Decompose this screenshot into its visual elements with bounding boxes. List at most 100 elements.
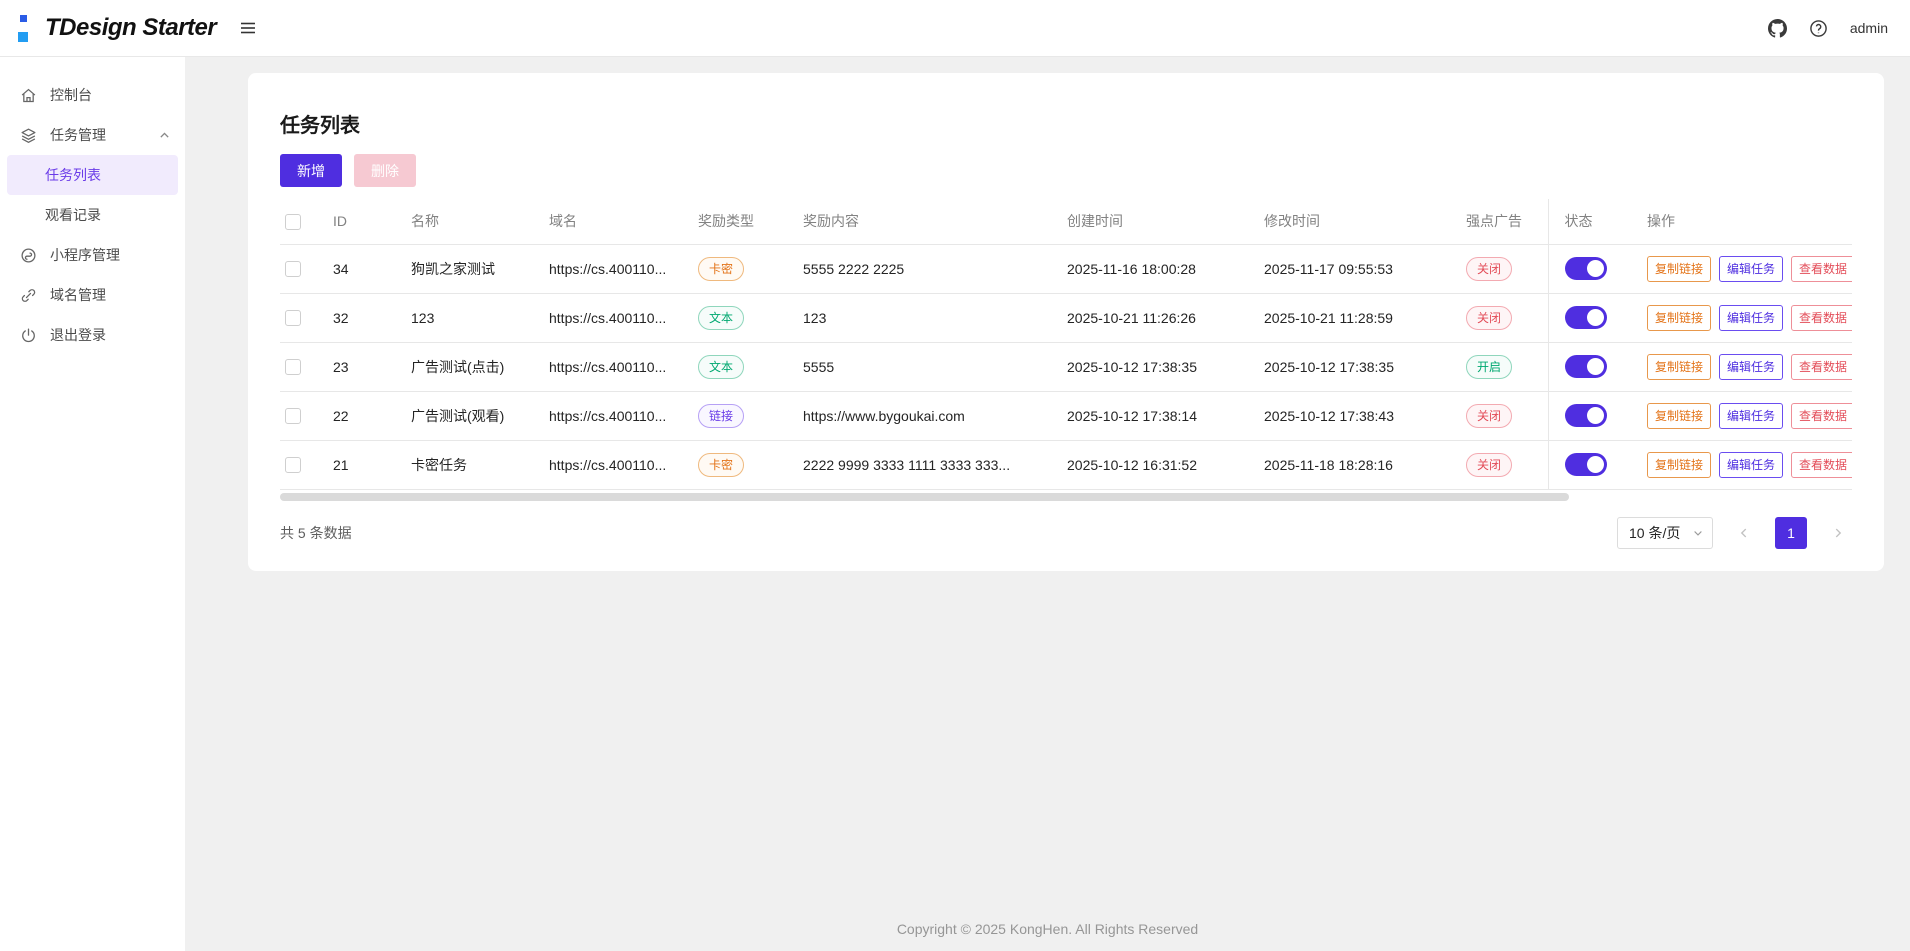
sidebar-item-label: 控制台: [50, 85, 92, 105]
edit-task-button[interactable]: 编辑任务: [1719, 305, 1783, 331]
view-data-button[interactable]: 查看数据: [1791, 256, 1852, 282]
row-checkbox[interactable]: [285, 310, 301, 326]
layers-icon: [20, 127, 37, 144]
row-checkbox[interactable]: [285, 457, 301, 473]
table-row: 32 123 https://cs.400110... 文本 123 2025-…: [280, 293, 1852, 342]
copyright-footer: Copyright © 2025 KongHen. All Rights Res…: [185, 921, 1910, 937]
page-1-button[interactable]: 1: [1775, 517, 1807, 549]
cell-name: 狗凯之家测试: [395, 244, 533, 293]
hamburger-icon[interactable]: [238, 18, 258, 38]
cell-created: 2025-10-12 16:31:52: [1051, 440, 1248, 489]
sidebar-item-task-list[interactable]: 任务列表: [7, 155, 178, 195]
cell-id: 21: [317, 440, 395, 489]
reward-type-tag: 链接: [698, 404, 744, 428]
page-size-select[interactable]: 10 条/页: [1617, 517, 1713, 549]
sidebar-item-label: 任务列表: [45, 165, 101, 185]
cell-name: 广告测试(观看): [395, 391, 533, 440]
cell-id: 22: [317, 391, 395, 440]
cell-domain: https://cs.400110...: [533, 244, 682, 293]
edit-task-button[interactable]: 编辑任务: [1719, 354, 1783, 380]
cell-reward-content: 123: [787, 293, 1051, 342]
view-data-button[interactable]: 查看数据: [1791, 305, 1852, 331]
copy-link-button[interactable]: 复制链接: [1647, 354, 1711, 380]
task-list-card: 任务列表 新增 删除 ID 名称 域名 奖励类型 奖励内容 创建时间: [248, 73, 1884, 571]
link-icon: [20, 287, 37, 304]
edit-task-button[interactable]: 编辑任务: [1719, 403, 1783, 429]
edit-task-button[interactable]: 编辑任务: [1719, 256, 1783, 282]
view-data-button[interactable]: 查看数据: [1791, 354, 1852, 380]
status-toggle[interactable]: [1565, 404, 1607, 427]
column-header: 创建时间: [1051, 199, 1248, 244]
select-all-checkbox[interactable]: [285, 214, 301, 230]
row-checkbox[interactable]: [285, 261, 301, 277]
status-toggle[interactable]: [1565, 355, 1607, 378]
sidebar-item-label: 小程序管理: [50, 245, 120, 265]
user-menu[interactable]: admin: [1850, 20, 1888, 36]
table-row: 23 广告测试(点击) https://cs.400110... 文本 5555…: [280, 342, 1852, 391]
status-toggle[interactable]: [1565, 306, 1607, 329]
sidebar-item-domain-manage[interactable]: 域名管理: [0, 275, 185, 315]
sidebar-item-label: 观看记录: [45, 205, 101, 225]
table-row: 22 广告测试(观看) https://cs.400110... 链接 http…: [280, 391, 1852, 440]
copy-link-button[interactable]: 复制链接: [1647, 256, 1711, 282]
copy-link-button[interactable]: 复制链接: [1647, 403, 1711, 429]
copy-link-button[interactable]: 复制链接: [1647, 305, 1711, 331]
logo: TDesign Starter: [18, 14, 216, 42]
cell-domain: https://cs.400110...: [533, 293, 682, 342]
logo-text: TDesign Starter: [45, 14, 216, 42]
sidebar-item-label: 任务管理: [50, 125, 106, 145]
cell-created: 2025-11-16 18:00:28: [1051, 244, 1248, 293]
view-data-button[interactable]: 查看数据: [1791, 452, 1852, 478]
sidebar-item-miniprogram[interactable]: 小程序管理: [0, 235, 185, 275]
column-header: 状态: [1548, 199, 1631, 244]
sidebar-item-console[interactable]: 控制台: [0, 75, 185, 115]
total-count: 共 5 条数据: [280, 523, 352, 543]
pagination: 共 5 条数据 10 条/页 1: [280, 517, 1852, 549]
table-row: 21 卡密任务 https://cs.400110... 卡密 2222 999…: [280, 440, 1852, 489]
horizontal-scrollbar[interactable]: [280, 493, 1852, 501]
reward-type-tag: 卡密: [698, 257, 744, 281]
app-header: TDesign Starter admin: [0, 0, 1910, 57]
cell-modified: 2025-10-12 17:38:43: [1248, 391, 1450, 440]
cell-domain: https://cs.400110...: [533, 342, 682, 391]
cell-created: 2025-10-12 17:38:35: [1051, 342, 1248, 391]
cell-id: 32: [317, 293, 395, 342]
help-icon[interactable]: [1809, 19, 1828, 38]
reward-type-tag: 卡密: [698, 453, 744, 477]
cell-reward-content: 2222 9999 3333 1111 3333 333...: [787, 440, 1051, 489]
logo-mark-icon: [18, 15, 32, 42]
prev-page-button[interactable]: [1730, 517, 1758, 549]
row-checkbox[interactable]: [285, 408, 301, 424]
chevron-up-icon: [158, 129, 171, 142]
power-icon: [20, 327, 37, 344]
column-header: 域名: [533, 199, 682, 244]
ad-status-tag: 开启: [1466, 355, 1512, 379]
sidebar-item-watch-records[interactable]: 观看记录: [0, 195, 185, 235]
table-header-row: ID 名称 域名 奖励类型 奖励内容 创建时间 修改时间 强点广告 状态 操作: [280, 199, 1852, 244]
miniprogram-circle-icon: [20, 247, 37, 264]
column-header: 修改时间: [1248, 199, 1450, 244]
row-checkbox[interactable]: [285, 359, 301, 375]
copy-link-button[interactable]: 复制链接: [1647, 452, 1711, 478]
github-icon[interactable]: [1768, 19, 1787, 38]
cell-id: 23: [317, 342, 395, 391]
cell-modified: 2025-10-21 11:28:59: [1248, 293, 1450, 342]
cell-created: 2025-10-21 11:26:26: [1051, 293, 1248, 342]
sidebar-item-task-manage[interactable]: 任务管理: [0, 115, 185, 155]
status-toggle[interactable]: [1565, 257, 1607, 280]
sidebar-item-logout[interactable]: 退出登录: [0, 315, 185, 355]
column-header: ID: [317, 199, 395, 244]
cell-reward-content: https://www.bygoukai.com: [787, 391, 1051, 440]
cell-name: 123: [395, 293, 533, 342]
cell-name: 广告测试(点击): [395, 342, 533, 391]
ad-status-tag: 关闭: [1466, 453, 1512, 477]
status-toggle[interactable]: [1565, 453, 1607, 476]
sidebar: 控制台 任务管理 任务列表 观看记录 小程序管理: [0, 57, 185, 951]
next-page-button[interactable]: [1824, 517, 1852, 549]
edit-task-button[interactable]: 编辑任务: [1719, 452, 1783, 478]
add-button[interactable]: 新增: [280, 154, 342, 187]
view-data-button[interactable]: 查看数据: [1791, 403, 1852, 429]
cell-modified: 2025-10-12 17:38:35: [1248, 342, 1450, 391]
column-header: 强点广告: [1450, 199, 1548, 244]
cell-modified: 2025-11-18 18:28:16: [1248, 440, 1450, 489]
